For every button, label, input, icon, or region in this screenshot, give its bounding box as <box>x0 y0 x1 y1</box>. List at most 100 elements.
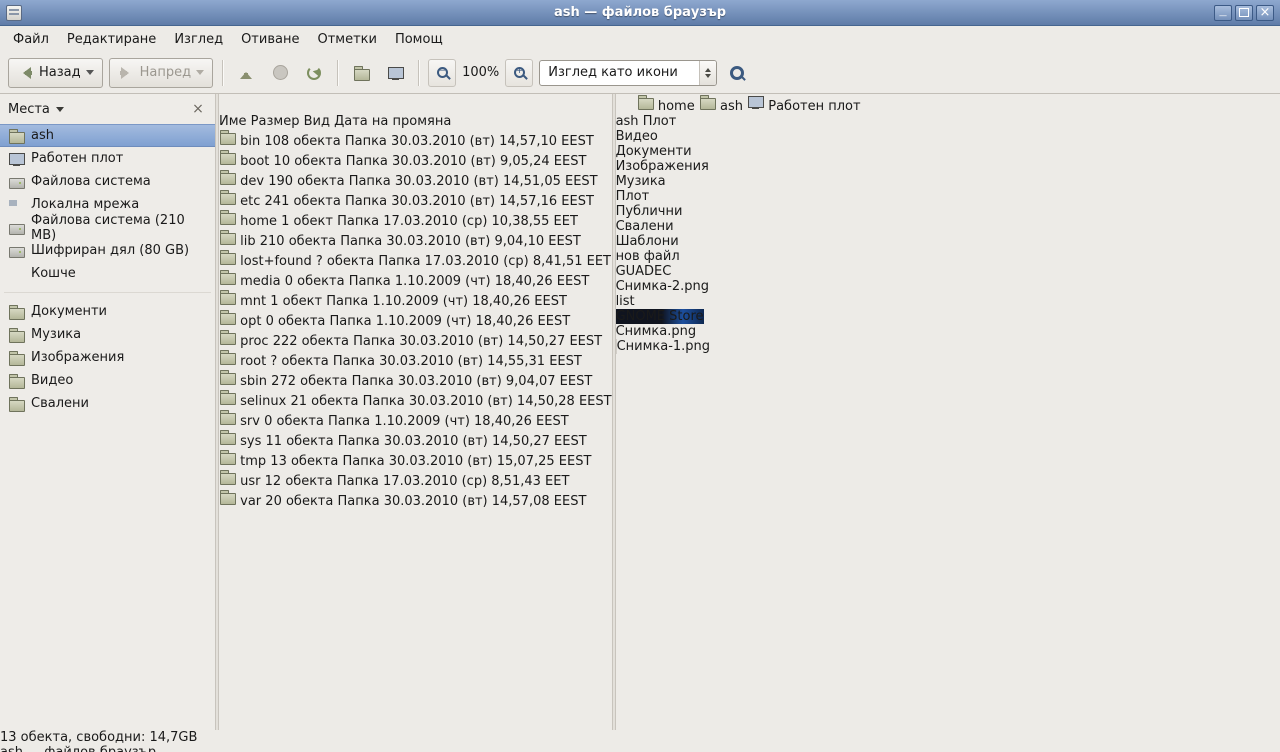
up-button[interactable] <box>232 59 260 87</box>
table-row[interactable]: selinux 21 обекта Папка 30.03.2010 (вт) … <box>219 389 612 409</box>
table-row[interactable]: lost+found ? обекта Папка 17.03.2010 (ср… <box>219 249 612 269</box>
sidebar-item-label: Локална мрежа <box>31 197 139 212</box>
menu-item[interactable]: Изглед <box>165 29 232 50</box>
file-kind: Папка <box>337 494 379 509</box>
table-row[interactable]: dev 190 обекта Папка 30.03.2010 (вт) 14,… <box>219 169 612 189</box>
menu-item[interactable]: Редактиране <box>58 29 165 50</box>
sidebar-close-icon[interactable] <box>189 101 207 117</box>
table-row[interactable]: var 20 обекта Папка 30.03.2010 (вт) 14,5… <box>219 489 612 509</box>
pane-toggle-button[interactable] <box>219 99 236 114</box>
folder-icon <box>219 229 236 245</box>
search-button[interactable] <box>723 59 751 87</box>
menu-item[interactable]: Отиване <box>232 29 308 50</box>
home-button[interactable] <box>347 59 375 87</box>
sidebar-separator <box>4 292 211 293</box>
file-item-snimka1[interactable]: Снимка-1.png <box>616 339 716 354</box>
table-row[interactable]: lib 210 обекта Папка 30.03.2010 (вт) 9,0… <box>219 229 612 249</box>
computer-button[interactable] <box>381 59 409 87</box>
sidebar-item-downloads[interactable]: Свалени <box>0 392 215 415</box>
sidebar-item-filesystem[interactable]: Файлова система <box>0 170 215 193</box>
tab-ash[interactable]: ash <box>616 114 643 129</box>
tab-plot[interactable]: Плот <box>643 114 677 129</box>
table-row[interactable]: home 1 обект Папка 17.03.2010 (ср) 10,38… <box>219 209 612 229</box>
column-header-date[interactable]: Дата на промяна <box>334 114 451 129</box>
view-mode-combo[interactable]: Изглед като икони <box>539 60 717 86</box>
menu-item[interactable]: Файл <box>4 29 58 50</box>
reload-button[interactable] <box>300 59 328 87</box>
forward-label: Напред <box>140 65 191 80</box>
column-header-name[interactable]: Име <box>219 114 251 129</box>
view-mode-spinner[interactable] <box>699 61 716 85</box>
zoom-out-button[interactable]: − <box>428 59 456 87</box>
app-icon <box>6 5 22 21</box>
file-item-snimka[interactable]: GNOME Store Снимка.png <box>616 309 716 339</box>
column-header-kind[interactable]: Вид <box>304 114 335 129</box>
sidebar-item-music[interactable]: Музика <box>0 323 215 346</box>
file-item-video[interactable]: Видео <box>616 129 861 144</box>
file-item-plot[interactable]: Плот <box>616 189 861 204</box>
back-button[interactable]: Назад <box>8 58 103 88</box>
pane-toggle-button[interactable] <box>616 99 637 114</box>
sidebar-item-documents[interactable]: Документи <box>0 300 215 323</box>
file-item-list[interactable]: list <box>616 294 676 309</box>
table-row[interactable]: etc 241 обекта Папка 30.03.2010 (вт) 14,… <box>219 189 612 209</box>
back-menu-chevron-icon[interactable] <box>86 70 94 79</box>
breadcrumb-desktop[interactable]: Работен плот <box>747 99 860 114</box>
file-date: 30.03.2010 (вт) 14,57,16 EEST <box>391 194 594 209</box>
table-row[interactable]: sys 11 обекта Папка 30.03.2010 (вт) 14,5… <box>219 429 612 449</box>
table-row[interactable]: media 0 обекта Папка 1.10.2009 (чт) 18,4… <box>219 269 612 289</box>
maximize-button[interactable] <box>1235 5 1253 21</box>
column-header-size[interactable]: Размер <box>251 114 304 129</box>
column-label: Име <box>219 114 247 129</box>
file-name: usr <box>240 474 260 489</box>
network-icon <box>8 197 25 213</box>
sidebar-item-ash[interactable]: ash <box>0 124 215 147</box>
file-size: 108 обекта <box>264 134 340 149</box>
file-name: srv <box>240 414 260 429</box>
menu-item[interactable]: Отметки <box>308 29 385 50</box>
table-row[interactable]: mnt 1 обект Папка 1.10.2009 (чт) 18,40,2… <box>219 289 612 309</box>
table-row[interactable]: boot 10 обекта Папка 30.03.2010 (вт) 9,0… <box>219 149 612 169</box>
sidebar-item-trash[interactable]: Кошче <box>0 262 215 285</box>
forward-button[interactable]: Напред <box>109 58 213 88</box>
table-row[interactable]: opt 0 обекта Папка 1.10.2009 (чт) 18,40,… <box>219 309 612 329</box>
minimize-button[interactable] <box>1214 5 1232 21</box>
thumbnail-snimka2: GUADEC <box>616 264 672 279</box>
sidebar-selector-chevron-icon[interactable] <box>56 107 64 116</box>
zoom-in-button[interactable]: + <box>505 59 533 87</box>
file-item-pictures[interactable]: Изображения <box>616 159 861 174</box>
file-item-documents[interactable]: Документи <box>616 144 861 159</box>
sidebar-item-desktop[interactable]: Работен плот <box>0 147 215 170</box>
table-row[interactable]: srv 0 обекта Папка 1.10.2009 (чт) 18,40,… <box>219 409 612 429</box>
folder-icon <box>219 449 236 465</box>
statusbar: 13 обекта, свободни: 14,7GB <box>0 730 1280 745</box>
close-button[interactable] <box>1256 5 1274 21</box>
table-row[interactable]: proc 222 обекта Папка 30.03.2010 (вт) 14… <box>219 329 612 349</box>
table-row[interactable]: sbin 272 обекта Папка 30.03.2010 (вт) 9,… <box>219 369 612 389</box>
file-item-snimka2[interactable]: GUADEC Снимка-2.png <box>616 264 714 294</box>
file-name: tmp <box>240 454 266 469</box>
window-list-label[interactable]: ash — файлов браузър <box>0 745 1280 752</box>
table-row[interactable]: root ? обекта Папка 30.03.2010 (вт) 14,5… <box>219 349 612 369</box>
table-row[interactable]: tmp 13 обекта Папка 30.03.2010 (вт) 15,0… <box>219 449 612 469</box>
icon-view-pane: home ash Работен плот ash Плот <box>616 94 861 730</box>
folder-icon <box>219 189 236 205</box>
file-item-templates[interactable]: Шаблони <box>616 234 861 249</box>
file-kind: Папка <box>333 354 375 369</box>
stop-button[interactable] <box>266 59 294 87</box>
breadcrumb-ash[interactable]: ash <box>699 99 747 114</box>
breadcrumb-home[interactable]: home <box>637 99 699 114</box>
icon-view-canvas[interactable]: Видео Документи Изображения Музика Плот … <box>616 129 861 354</box>
table-row[interactable]: bin 108 обекта Папка 30.03.2010 (вт) 14,… <box>219 129 612 149</box>
sidebar-item-encrypted-80gb[interactable]: Шифриран дял (80 GB) <box>0 239 215 262</box>
table-row[interactable]: usr 12 обекта Папка 17.03.2010 (ср) 8,51… <box>219 469 612 489</box>
file-item-downloads[interactable]: Свалени <box>616 219 861 234</box>
sidebar-item-video[interactable]: Видео <box>0 369 215 392</box>
file-item-music[interactable]: Музика <box>616 174 861 189</box>
file-item-public[interactable]: Публични <box>616 204 861 219</box>
file-item-new-file[interactable]: нов файл <box>616 249 861 264</box>
menu-item[interactable]: Помощ <box>386 29 452 50</box>
stop-icon <box>273 65 288 80</box>
sidebar-item-pictures[interactable]: Изображения <box>0 346 215 369</box>
sidebar-item-filesystem-210mb[interactable]: Файлова система (210 MB) <box>0 216 215 239</box>
